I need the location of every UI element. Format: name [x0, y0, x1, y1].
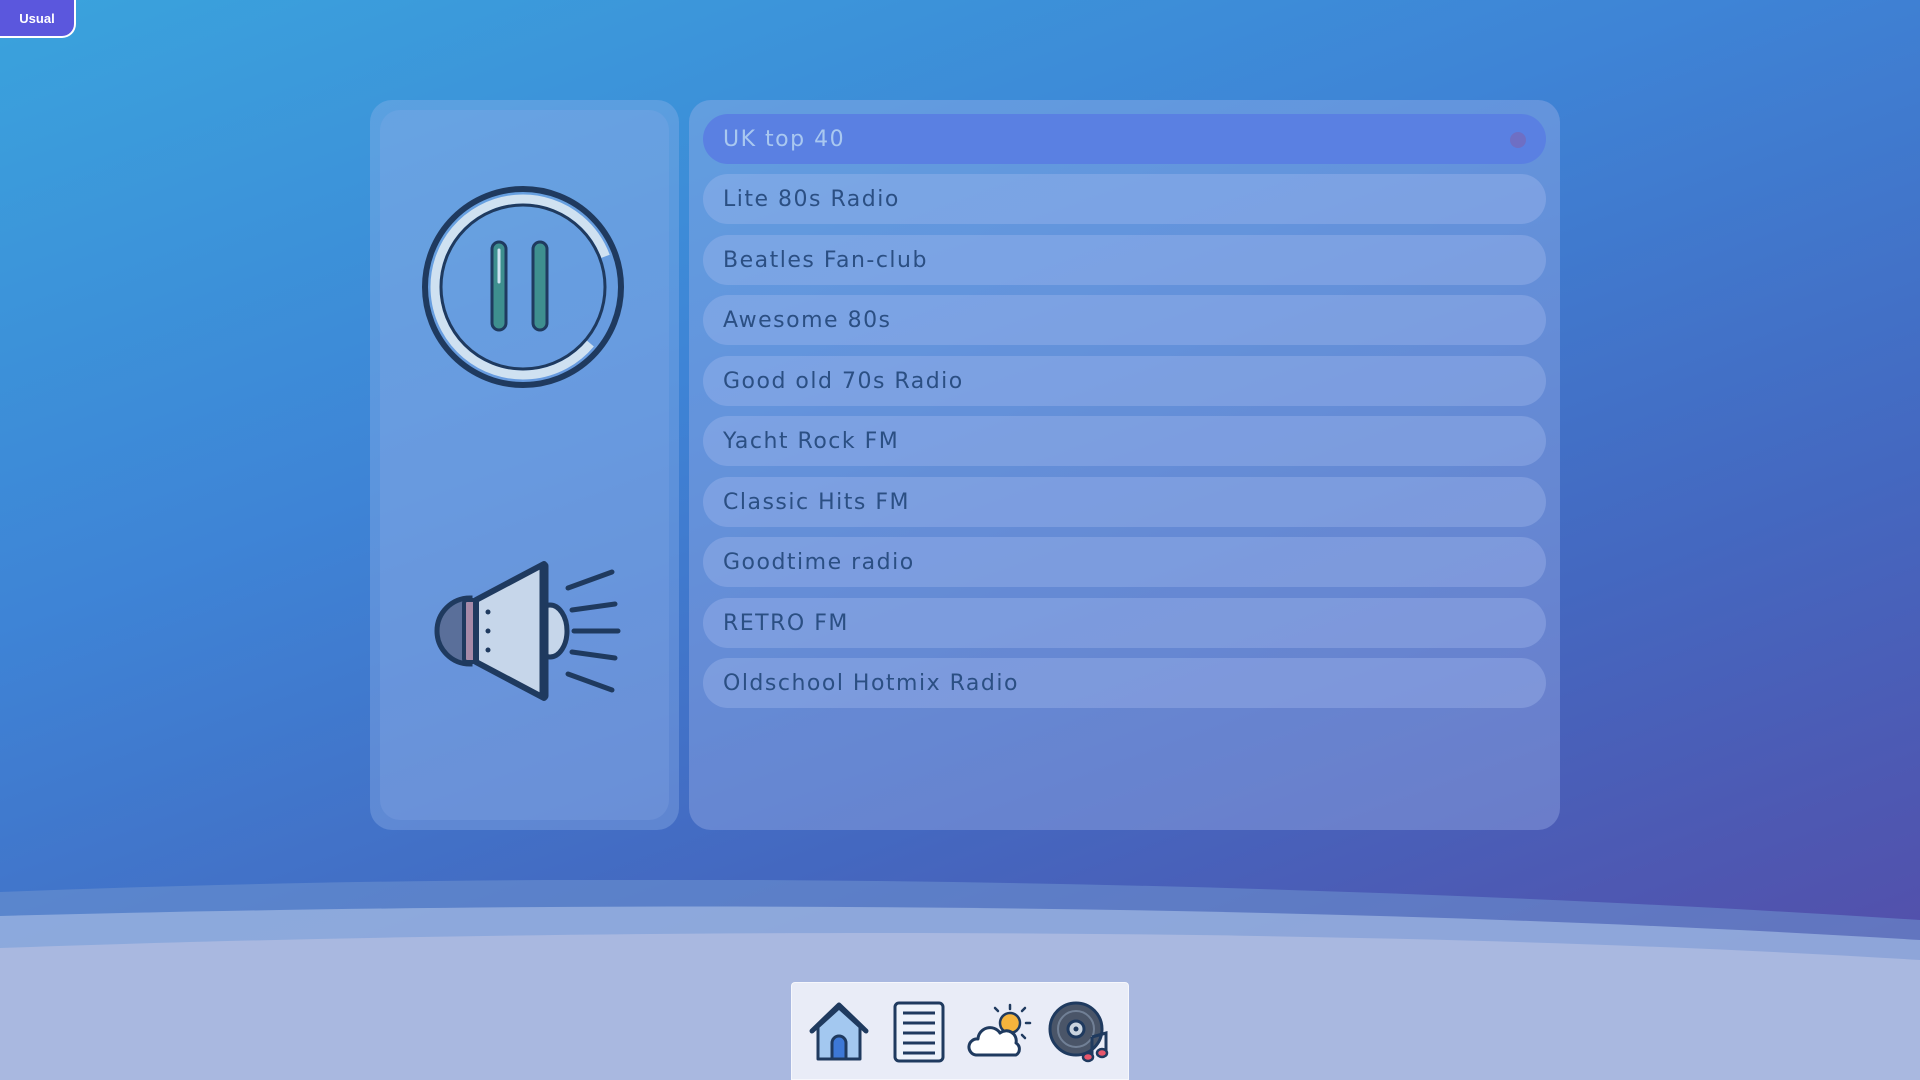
dock-home-button[interactable]	[806, 999, 872, 1065]
dock-list-button[interactable]	[886, 999, 952, 1065]
station-item[interactable]: Classic Hits FM	[703, 477, 1546, 527]
pause-button[interactable]	[420, 184, 626, 390]
station-label: Yacht Rock FM	[723, 428, 900, 454]
station-label: UK top 40	[723, 126, 846, 152]
station-label: Oldschool Hotmix Radio	[723, 670, 1019, 696]
station-item[interactable]: Beatles Fan-club	[703, 235, 1546, 285]
home-icon	[809, 1002, 869, 1061]
active-indicator-dot	[1510, 132, 1526, 148]
pause-icon	[422, 186, 624, 388]
music-disc-icon	[1048, 1001, 1109, 1063]
station-label: Beatles Fan-club	[723, 247, 928, 273]
station-item[interactable]: Goodtime radio	[703, 537, 1546, 587]
app-dock	[791, 982, 1129, 1080]
station-label: Goodtime radio	[723, 549, 915, 575]
station-item[interactable]: Lite 80s Radio	[703, 174, 1546, 224]
speaker-icon	[434, 561, 621, 701]
list-icon	[893, 1001, 945, 1063]
station-item[interactable]: Awesome 80s	[703, 295, 1546, 345]
station-item[interactable]: Yacht Rock FM	[703, 416, 1546, 466]
station-item[interactable]: Oldschool Hotmix Radio	[703, 658, 1546, 708]
weather-icon	[967, 1003, 1032, 1057]
station-item[interactable]: RETRO FM	[703, 598, 1546, 648]
volume-button[interactable]	[420, 560, 626, 720]
station-item[interactable]: UK top 40	[703, 114, 1546, 164]
dock-weather-button[interactable]	[966, 999, 1032, 1065]
station-label: Classic Hits FM	[723, 489, 910, 515]
station-label: Awesome 80s	[723, 307, 892, 333]
dock-music-button[interactable]	[1046, 999, 1112, 1065]
usual-badge[interactable]: Usual	[0, 0, 76, 38]
station-item[interactable]: Good old 70s Radio	[703, 356, 1546, 406]
player-panel	[370, 100, 679, 830]
station-label: RETRO FM	[723, 610, 849, 636]
station-label: Good old 70s Radio	[723, 368, 964, 394]
station-list-panel: UK top 40 Lite 80s Radio Beatles Fan-clu…	[689, 100, 1560, 830]
station-label: Lite 80s Radio	[723, 186, 900, 212]
